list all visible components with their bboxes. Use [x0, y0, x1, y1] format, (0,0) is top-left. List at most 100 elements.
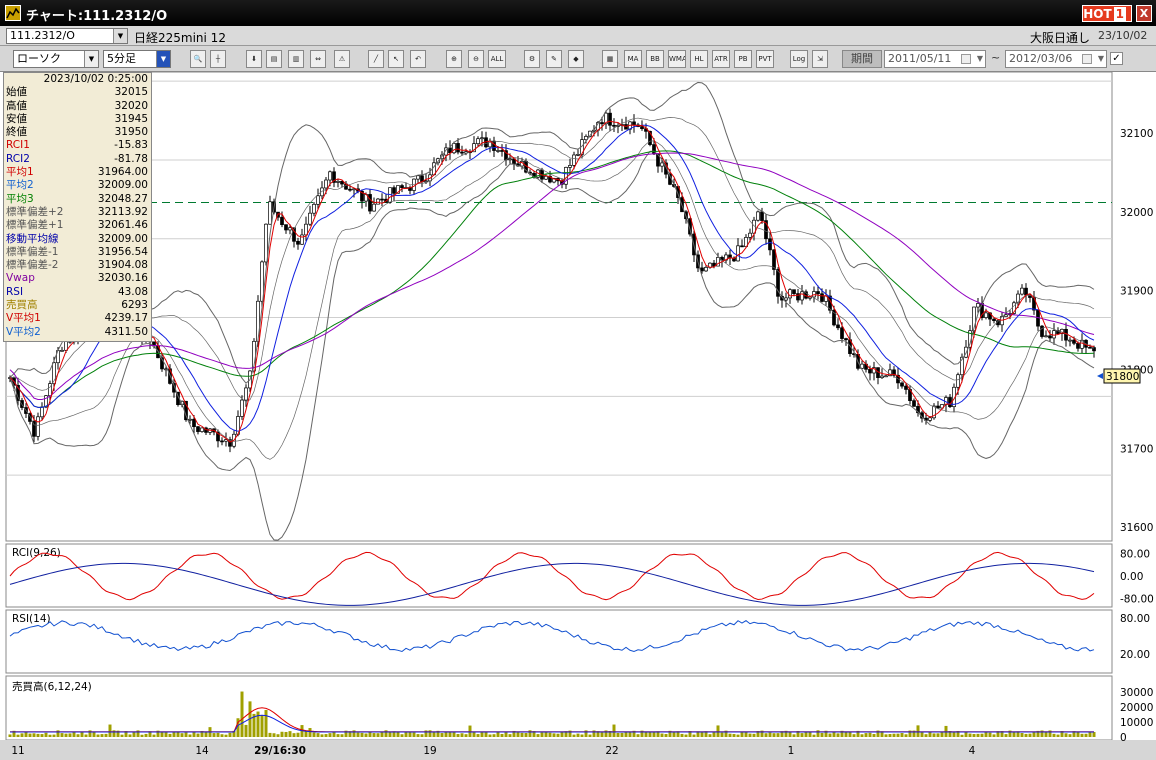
- symbol-select[interactable]: 111.2312/O ▼: [6, 28, 128, 44]
- volume-bar[interactable]: [848, 732, 852, 737]
- chevron-down-icon[interactable]: ▼: [113, 29, 127, 43]
- volume-bar[interactable]: [720, 732, 724, 737]
- chevron-down-icon[interactable]: ▼: [977, 51, 983, 67]
- volume-bar[interactable]: [664, 734, 668, 737]
- volume-bar[interactable]: [728, 733, 732, 737]
- volume-bar[interactable]: [936, 733, 940, 737]
- hl-indicator-button[interactable]: HL: [690, 50, 708, 68]
- volume-bar[interactable]: [368, 732, 372, 737]
- volume-bar[interactable]: [520, 732, 524, 737]
- volume-bar[interactable]: [712, 732, 716, 737]
- select-arrow-icon-button[interactable]: ↖: [388, 50, 404, 68]
- calendar-icon[interactable]: [961, 54, 971, 64]
- volume-bar[interactable]: [420, 734, 424, 737]
- volume-bar[interactable]: [44, 732, 48, 737]
- volume-bar[interactable]: [644, 732, 648, 737]
- volume-bar[interactable]: [992, 734, 996, 737]
- volume-bar[interactable]: [168, 733, 172, 737]
- volume-bar[interactable]: [360, 732, 364, 737]
- volume-bar[interactable]: [324, 734, 328, 737]
- volume-bar[interactable]: [20, 733, 24, 737]
- volume-bar[interactable]: [16, 734, 20, 737]
- volume-bar[interactable]: [536, 734, 540, 737]
- volume-bar[interactable]: [456, 734, 460, 737]
- volume-bar[interactable]: [276, 734, 280, 737]
- volume-bar[interactable]: [260, 715, 264, 737]
- volume-bar[interactable]: [280, 731, 284, 737]
- volume-bar[interactable]: [872, 734, 876, 737]
- volume-bar[interactable]: [448, 732, 452, 737]
- volume-bar[interactable]: [8, 734, 12, 737]
- chart-settings-icon-button[interactable]: ▥: [288, 50, 304, 68]
- volume-bar[interactable]: [748, 733, 752, 737]
- volume-bar[interactable]: [860, 734, 864, 737]
- chart-type-select[interactable]: ローソク ▼: [13, 50, 99, 68]
- volume-bar[interactable]: [284, 731, 288, 737]
- volume-bar[interactable]: [524, 733, 528, 737]
- volume-bar[interactable]: [1028, 733, 1032, 737]
- volume-bar[interactable]: [496, 732, 500, 737]
- volume-bar[interactable]: [744, 732, 748, 737]
- volume-bar[interactable]: [968, 733, 972, 737]
- volume-bar[interactable]: [580, 734, 584, 737]
- volume-bar[interactable]: [240, 691, 244, 737]
- volume-bar[interactable]: [984, 731, 988, 737]
- volume-bar[interactable]: [372, 733, 376, 737]
- chevron-down-icon[interactable]: ▼: [1098, 51, 1104, 67]
- close-button[interactable]: X: [1136, 5, 1152, 22]
- volume-bar[interactable]: [684, 734, 688, 737]
- volume-bar[interactable]: [76, 734, 80, 737]
- volume-bar[interactable]: [60, 733, 64, 737]
- volume-bar[interactable]: [332, 732, 336, 737]
- volume-bar[interactable]: [320, 734, 324, 737]
- volume-bar[interactable]: [288, 731, 292, 737]
- volume-bar[interactable]: [1032, 732, 1036, 737]
- volume-bar[interactable]: [952, 731, 956, 737]
- volume-bar[interactable]: [216, 732, 220, 737]
- volume-bar[interactable]: [976, 733, 980, 737]
- volume-bar[interactable]: [40, 734, 44, 737]
- volume-bar[interactable]: [900, 733, 904, 737]
- volume-bar[interactable]: [540, 732, 544, 737]
- volume-bar[interactable]: [852, 734, 856, 737]
- volume-bar[interactable]: [48, 734, 52, 737]
- volume-bar[interactable]: [444, 732, 448, 737]
- volume-bar[interactable]: [220, 734, 224, 737]
- volume-bar[interactable]: [888, 734, 892, 737]
- chevron-down-icon[interactable]: ▼: [156, 51, 170, 67]
- volume-bar[interactable]: [1084, 733, 1088, 737]
- volume-bar[interactable]: [84, 734, 88, 737]
- volume-bar[interactable]: [916, 725, 920, 737]
- volume-bar[interactable]: [492, 734, 496, 737]
- volume-bar[interactable]: [452, 731, 456, 737]
- color-icon-button[interactable]: ◆: [568, 50, 584, 68]
- volume-bar[interactable]: [560, 731, 564, 737]
- volume-bar[interactable]: [600, 732, 604, 737]
- volume-bar[interactable]: [244, 724, 248, 737]
- period-button[interactable]: 期間: [842, 50, 882, 68]
- volume-bar[interactable]: [212, 733, 216, 737]
- volume-bar[interactable]: [700, 731, 704, 737]
- volume-bar[interactable]: [508, 734, 512, 737]
- volume-bar[interactable]: [204, 731, 208, 737]
- ma-indicator-button[interactable]: MA: [624, 50, 642, 68]
- volume-bar[interactable]: [660, 733, 664, 737]
- volume-bar[interactable]: [28, 733, 32, 737]
- volume-bar[interactable]: [828, 733, 832, 737]
- volume-bar[interactable]: [1092, 732, 1096, 737]
- print-icon-button[interactable]: ▤: [266, 50, 282, 68]
- candle[interactable]: [1040, 325, 1044, 339]
- volume-bar[interactable]: [1080, 733, 1084, 737]
- volume-bar[interactable]: [376, 733, 380, 737]
- volume-bar[interactable]: [692, 734, 696, 737]
- volume-bar[interactable]: [1004, 734, 1008, 737]
- settings-icon-button[interactable]: ⚙: [524, 50, 540, 68]
- volume-bar[interactable]: [1012, 731, 1016, 737]
- volume-bar[interactable]: [480, 732, 484, 737]
- candle[interactable]: [200, 427, 204, 433]
- cursor-icon-button[interactable]: ┼: [210, 50, 226, 68]
- volume-bar[interactable]: [364, 733, 368, 737]
- undo-icon-button[interactable]: ↶: [410, 50, 426, 68]
- volume-bar[interactable]: [408, 732, 412, 737]
- volume-bar[interactable]: [472, 732, 476, 737]
